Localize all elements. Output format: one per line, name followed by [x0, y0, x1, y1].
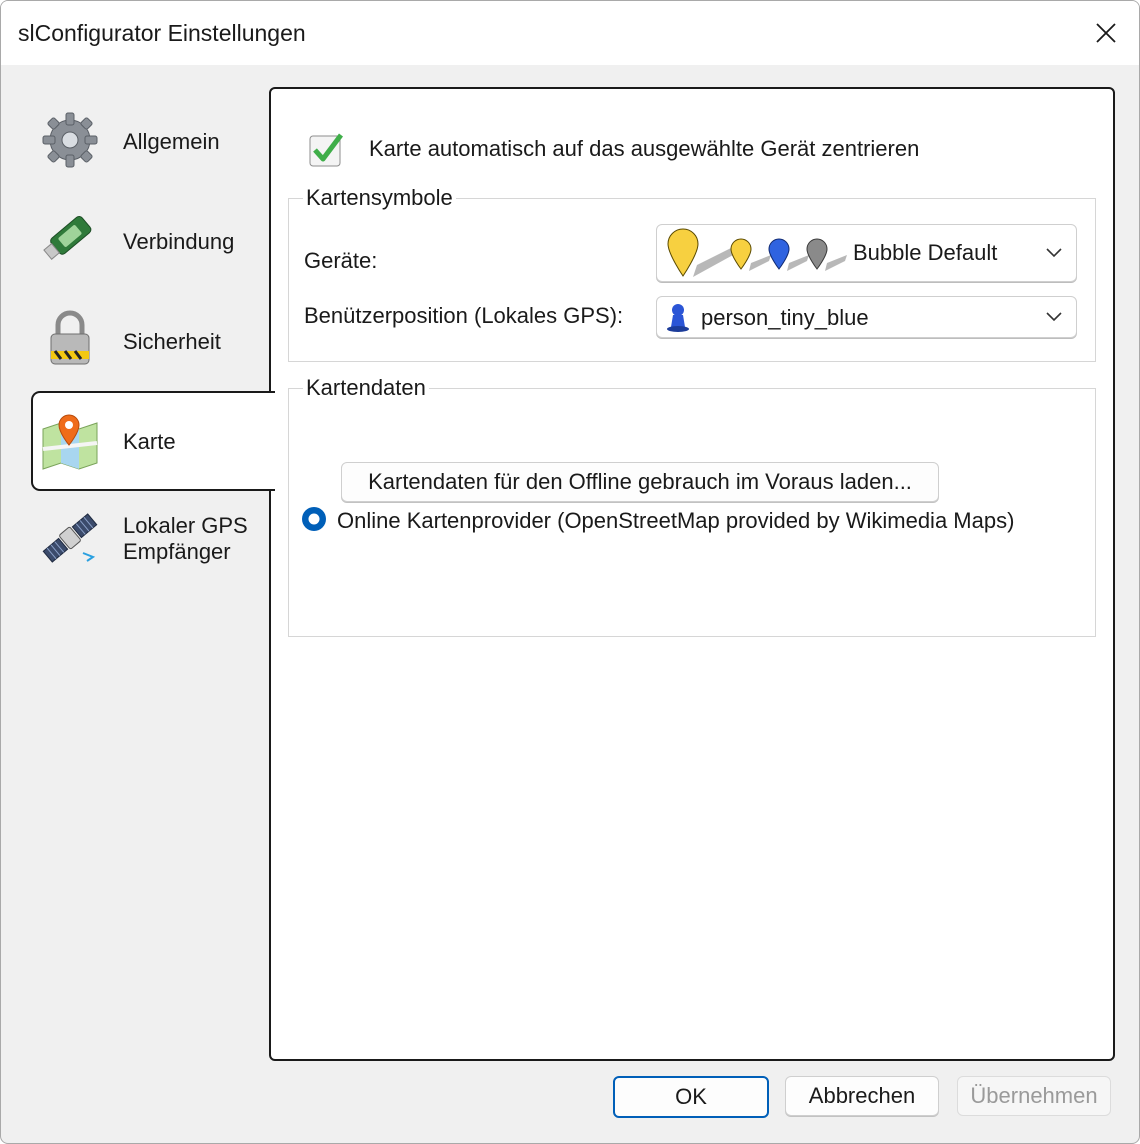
sidebar-item-lokaler-gps[interactable]: Lokaler GPS Empfänger — [31, 491, 271, 589]
sidebar-item-label: Allgemein — [123, 129, 220, 154]
apply-button[interactable]: Übernehmen — [957, 1076, 1111, 1116]
geraete-label: Geräte: — [304, 248, 378, 273]
kartensymbole-group: Kartensymbole Geräte: Bubble Default Ben… — [288, 185, 1096, 362]
geraete-value: Bubble Default — [853, 240, 998, 265]
satellite-icon — [42, 513, 98, 563]
benutzerposition-select[interactable]: person_tiny_blue — [656, 296, 1077, 338]
auto-center-label: Karte automatisch auf das ausgewählte Ge… — [369, 136, 920, 161]
online-provider-label: Online Kartenprovider (OpenStreetMap pro… — [337, 508, 1015, 533]
close-button[interactable] — [1083, 13, 1129, 53]
sidebar-item-karte[interactable]: Karte — [31, 391, 275, 491]
group-title-kartendaten: Kartendaten — [303, 375, 429, 401]
sidebar-item-verbindung[interactable]: Verbindung — [31, 191, 271, 289]
gear-icon — [42, 112, 98, 168]
settings-dialog: slConfigurator Einstellungen Allgemein V… — [0, 0, 1140, 1144]
title-bar: slConfigurator Einstellungen — [1, 1, 1139, 65]
karte-panel: Karte automatisch auf das ausgewählte Ge… — [269, 87, 1115, 1061]
usb-stick-icon — [43, 215, 92, 260]
map-pin-icon — [42, 414, 98, 470]
auto-center-checkbox[interactable] — [309, 133, 343, 167]
group-title-kartensymbole: Kartensymbole — [303, 185, 456, 211]
sidebar-item-label: Karte — [123, 429, 176, 454]
chevron-down-icon — [1046, 248, 1062, 258]
preload-offline-button[interactable]: Kartendaten für den Offline gebrauch im … — [341, 462, 939, 502]
sidebar-item-label: Sicherheit — [123, 329, 221, 354]
geraete-select[interactable]: Bubble Default — [656, 224, 1077, 282]
sidebar-item-label: Verbindung — [123, 229, 235, 254]
person-icon — [667, 304, 689, 332]
ok-button[interactable]: OK — [613, 1076, 769, 1118]
sidebar-item-allgemein[interactable]: Allgemein — [31, 91, 271, 189]
cancel-button[interactable]: Abbrechen — [785, 1076, 939, 1116]
benutzerposition-label: Benützerposition (Lokales GPS): — [304, 303, 624, 328]
sidebar-item-sicherheit[interactable]: Sicherheit — [31, 291, 271, 389]
close-icon — [1096, 23, 1116, 43]
window-title: slConfigurator Einstellungen — [18, 20, 306, 46]
bubble-markers-icon — [667, 228, 847, 277]
padlock-icon — [50, 310, 90, 365]
sidebar-item-label: Lokaler GPS Empfänger — [123, 513, 248, 564]
chevron-down-icon — [1046, 312, 1062, 322]
benutzerposition-value: person_tiny_blue — [701, 305, 869, 330]
online-provider-radio[interactable] — [301, 506, 327, 532]
